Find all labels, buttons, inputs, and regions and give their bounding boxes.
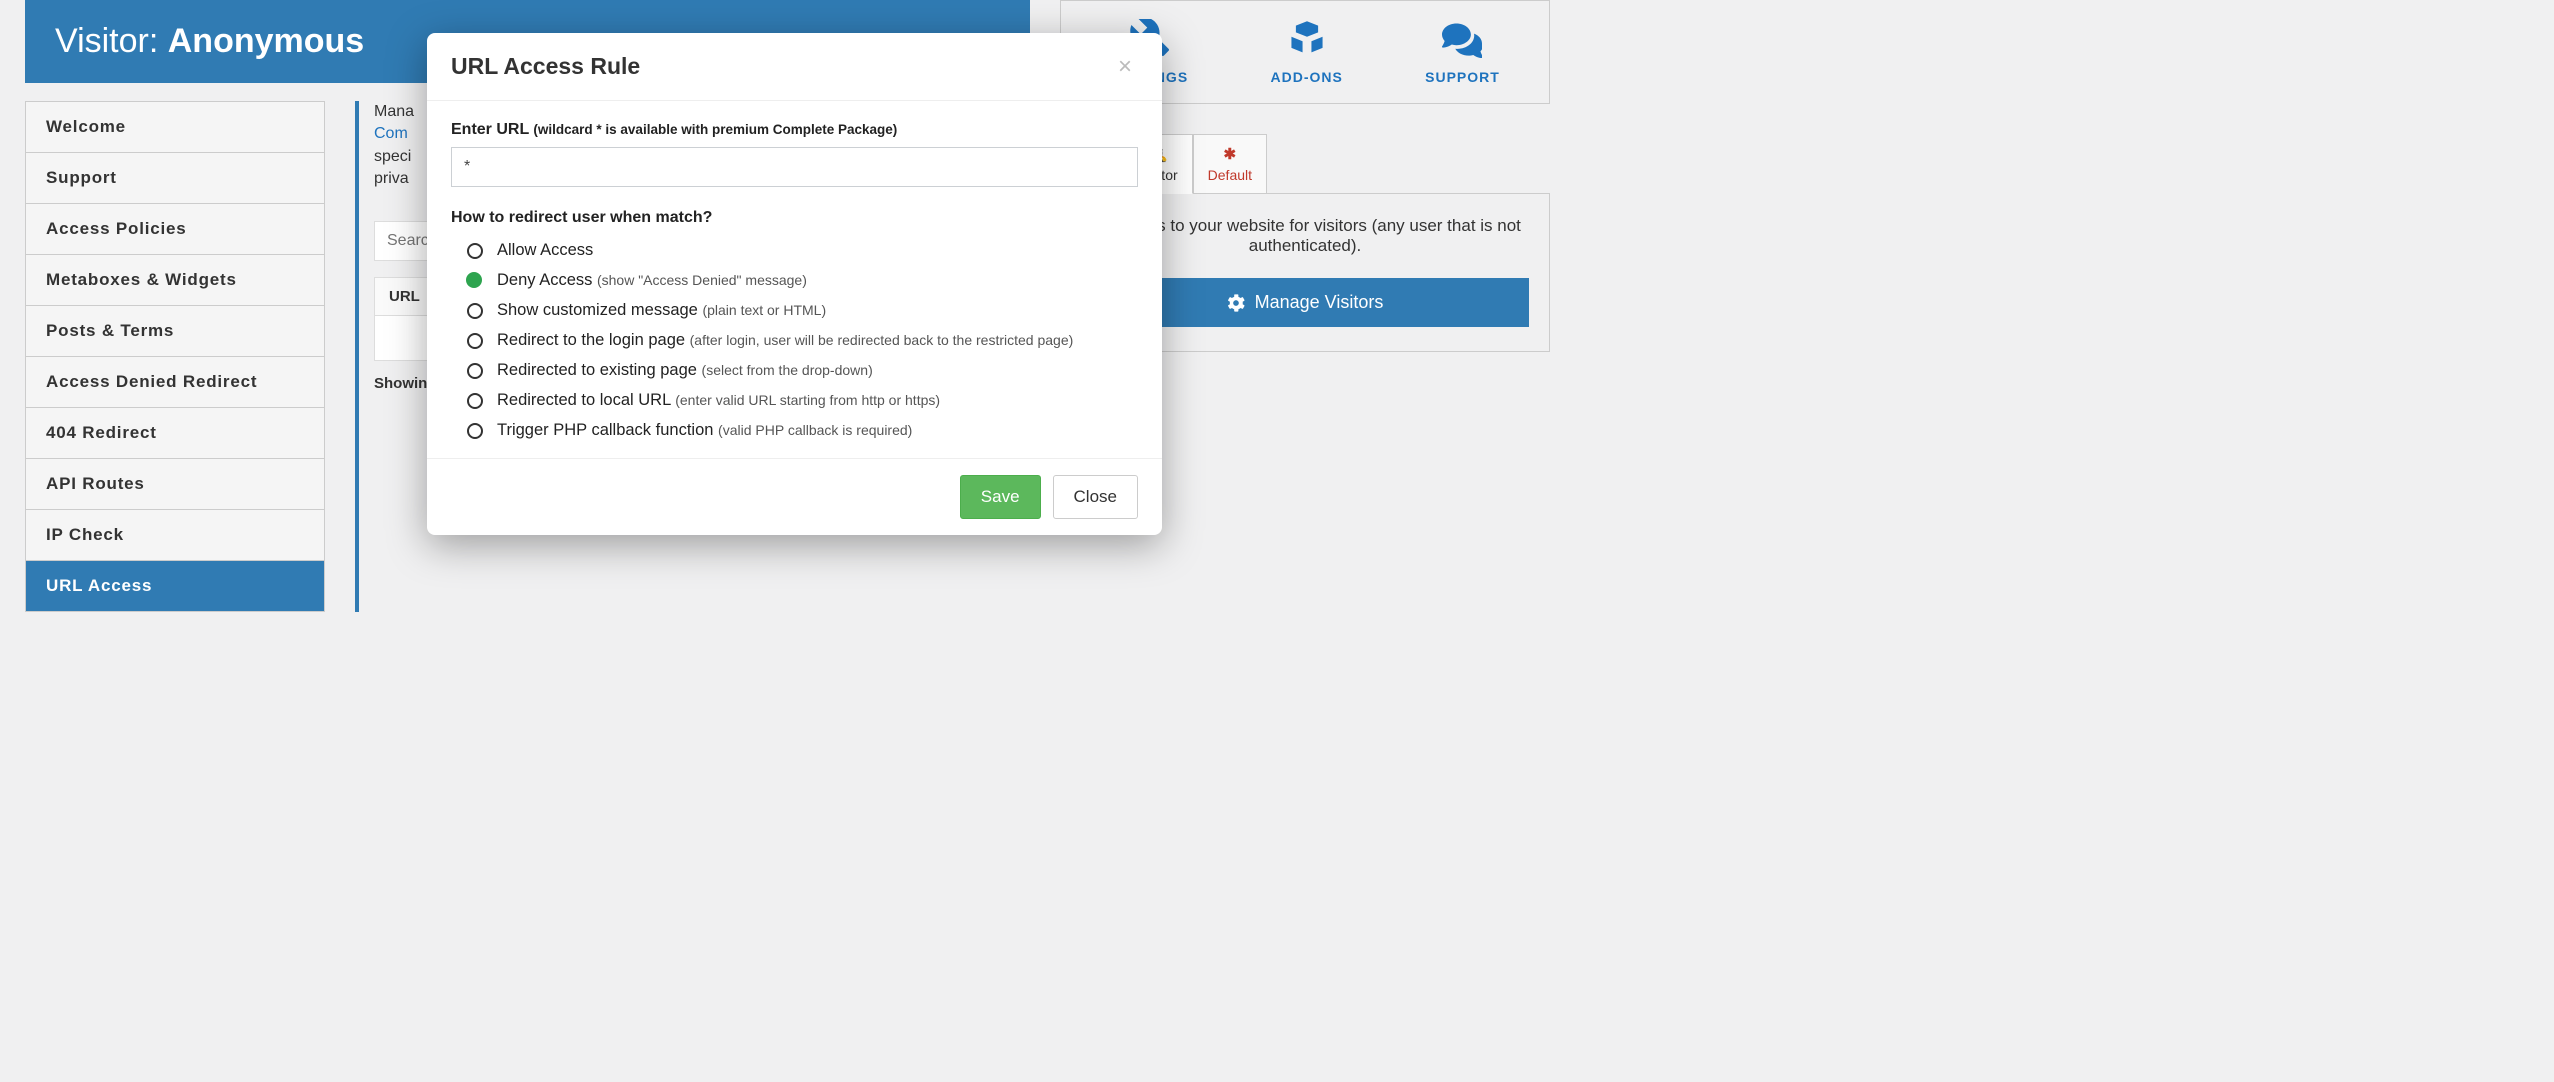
url-access-rule-modal: URL Access Rule × Enter URL (wildcard * … — [427, 33, 1162, 535]
modal-close-button[interactable]: × — [1112, 54, 1138, 80]
cubes-icon — [1287, 19, 1327, 59]
enter-url-label: Enter URL (wildcard * is available with … — [451, 121, 1138, 139]
sidebar-item-url-access[interactable]: URL Access — [26, 561, 324, 611]
support-button[interactable]: SUPPORT — [1425, 19, 1500, 85]
php-callback-link[interactable]: PHP callback — [755, 422, 838, 438]
radio-icon — [467, 393, 483, 409]
redirect-option-3[interactable]: Redirect to the login page (after login,… — [467, 331, 1138, 350]
header-name: Anonymous — [168, 22, 364, 60]
modal-title: URL Access Rule — [451, 53, 640, 80]
redirect-option-6[interactable]: Trigger PHP callback function (valid PHP… — [467, 421, 1138, 440]
redirect-option-5[interactable]: Redirected to local URL (enter valid URL… — [467, 391, 1138, 410]
redirect-options: Allow Access Deny Access (show "Access D… — [467, 241, 1138, 440]
redirect-option-1[interactable]: Deny Access (show "Access Denied" messag… — [467, 271, 1138, 290]
description-link[interactable]: Com — [374, 125, 408, 142]
save-button[interactable]: Save — [960, 475, 1041, 519]
sidebar-item-api-routes[interactable]: API Routes — [26, 459, 324, 510]
asterisk-icon: ✱ — [1224, 145, 1237, 163]
radio-icon — [467, 423, 483, 439]
sidebar-item-support[interactable]: Support — [26, 153, 324, 204]
radio-icon — [467, 363, 483, 379]
redirect-option-0[interactable]: Allow Access — [467, 241, 1138, 260]
redirect-option-2[interactable]: Show customized message (plain text or H… — [467, 301, 1138, 320]
redirect-option-4[interactable]: Redirected to existing page (select from… — [467, 361, 1138, 380]
sidebar-item-metaboxes-widgets[interactable]: Metaboxes & Widgets — [26, 255, 324, 306]
url-input[interactable] — [451, 147, 1138, 187]
tab-default[interactable]: ✱ Default — [1193, 134, 1267, 194]
addons-button[interactable]: ADD-ONS — [1270, 19, 1342, 85]
radio-icon — [467, 333, 483, 349]
sidebar-item-404-redirect[interactable]: 404 Redirect — [26, 408, 324, 459]
sidebar-item-access-policies[interactable]: Access Policies — [26, 204, 324, 255]
sidebar-item-access-denied-redirect[interactable]: Access Denied Redirect — [26, 357, 324, 408]
sidebar-item-ip-check[interactable]: IP Check — [26, 510, 324, 561]
radio-icon — [467, 273, 483, 289]
header-prefix: Visitor: — [55, 22, 168, 60]
close-button[interactable]: Close — [1053, 475, 1138, 519]
sidebar-item-posts-terms[interactable]: Posts & Terms — [26, 306, 324, 357]
gear-icon — [1227, 294, 1245, 312]
radio-icon — [467, 303, 483, 319]
chat-icon — [1442, 19, 1482, 59]
sidebar-item-welcome[interactable]: Welcome — [26, 102, 324, 153]
sidebar: WelcomeSupportAccess PoliciesMetaboxes &… — [25, 101, 325, 612]
redirect-question: How to redirect user when match? — [451, 209, 1138, 227]
radio-icon — [467, 243, 483, 259]
